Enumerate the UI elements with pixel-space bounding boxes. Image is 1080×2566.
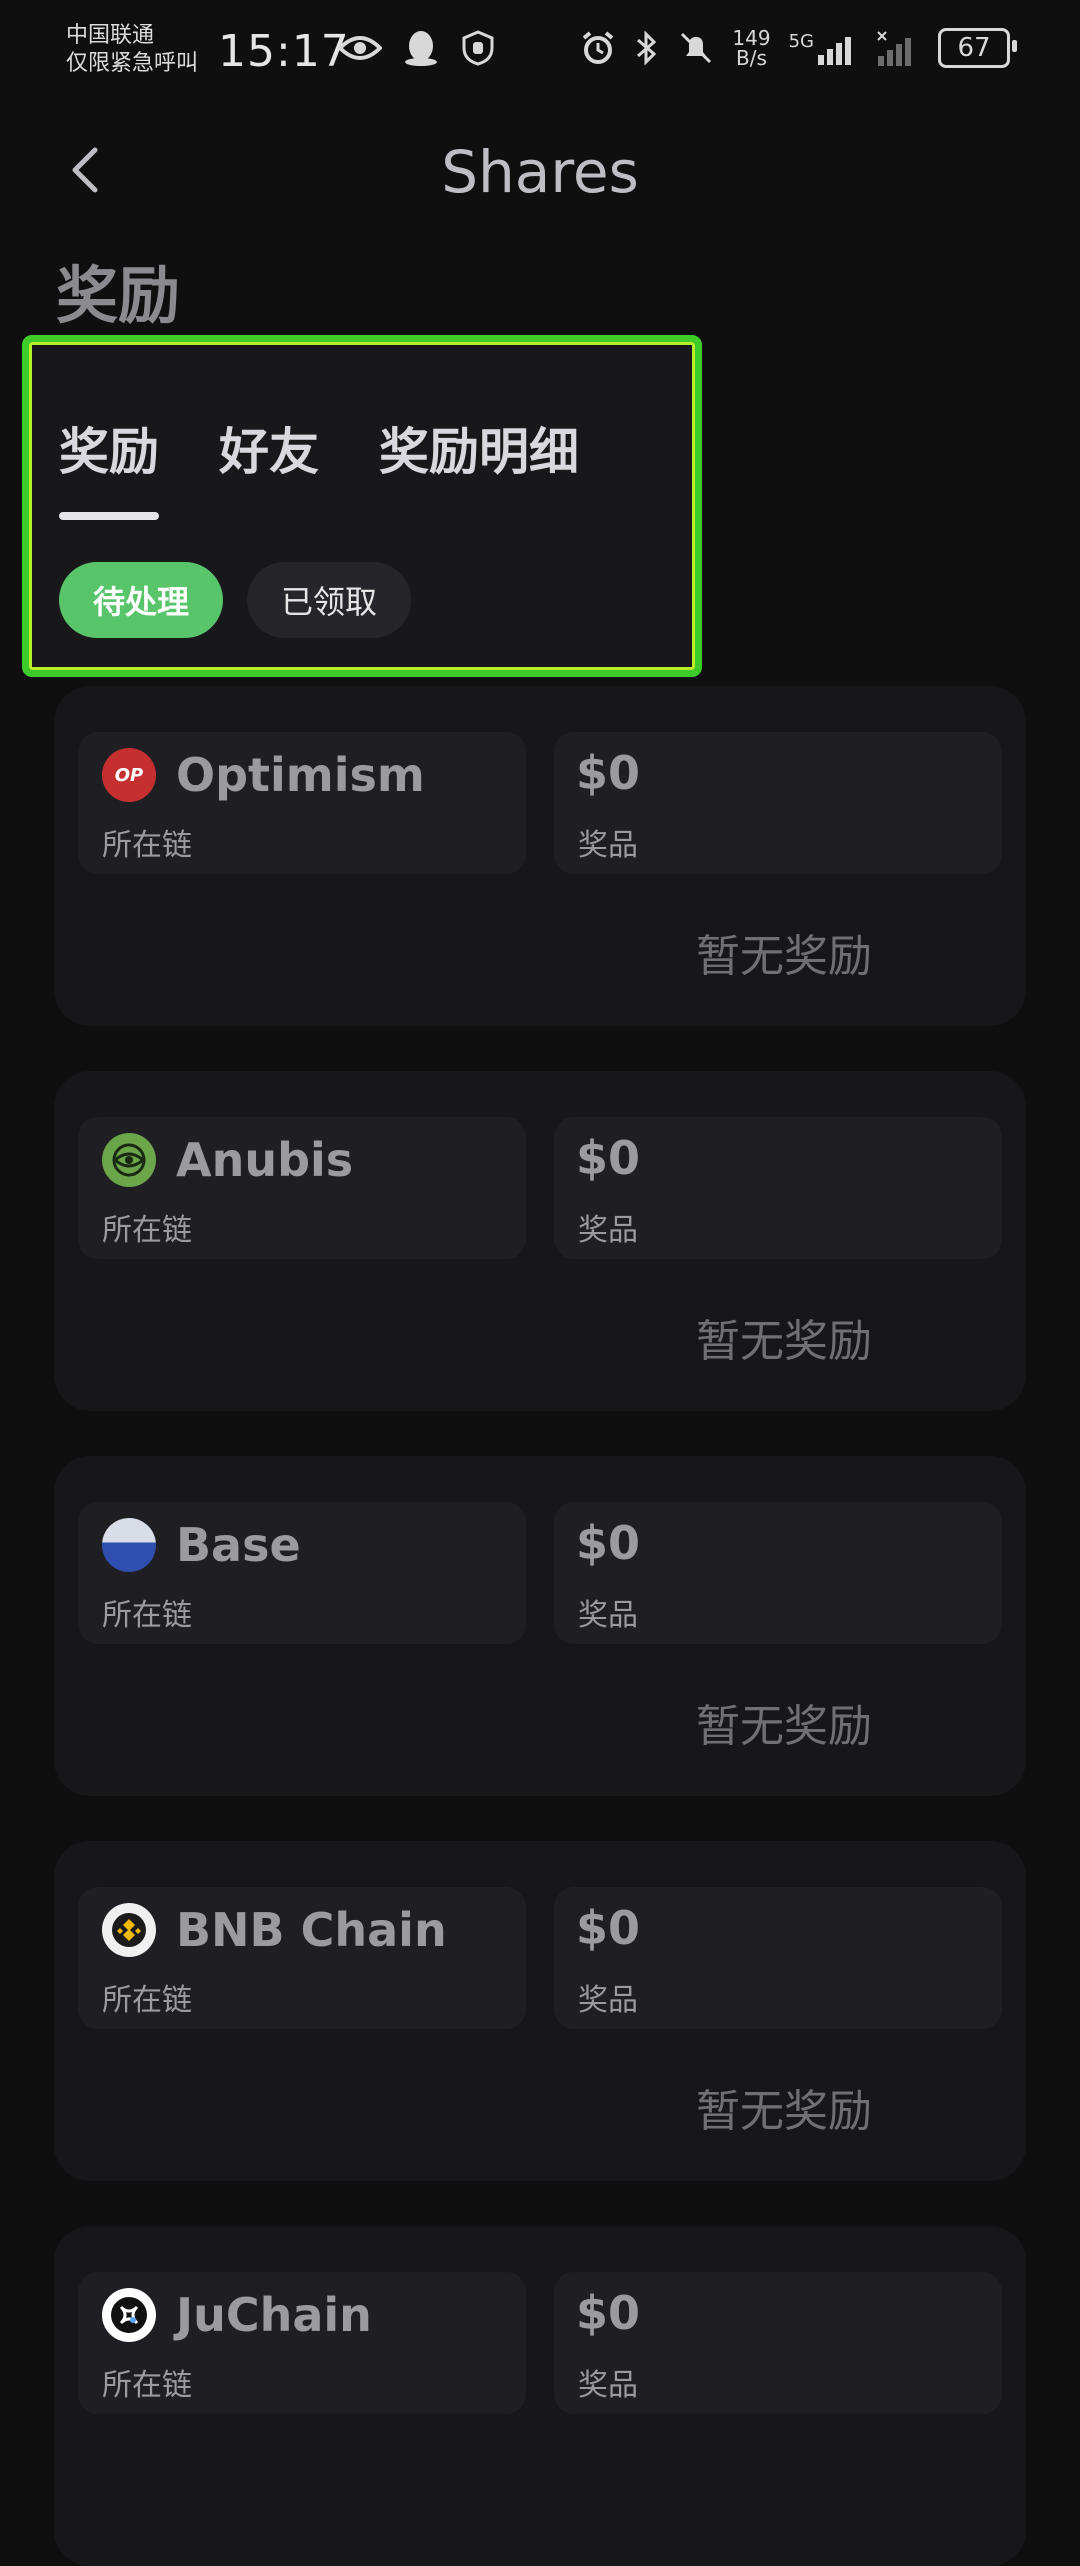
status-left-icons	[338, 30, 496, 66]
net-speed-unit: B/s	[736, 46, 767, 70]
chain-name: BNB Chain	[176, 1903, 447, 1957]
page-title: Shares	[441, 138, 639, 206]
juchain-knot-icon	[111, 2297, 147, 2333]
filter-chips: 待处理 已领取	[59, 562, 412, 638]
chain-label: 所在链	[102, 1213, 192, 1248]
prize-box: $0 奖品	[554, 1502, 1002, 1644]
carrier-status: 仅限紧急呼叫	[66, 51, 199, 76]
prize-box: $0 奖品	[554, 732, 1002, 874]
net-speed: 149 B/s	[732, 28, 770, 68]
prize-amount: $0	[576, 1901, 641, 1955]
net-speed-value: 149	[732, 26, 771, 50]
chain-row: OP Optimism	[102, 748, 425, 802]
alarm-icon	[583, 31, 614, 64]
signal-no-service-icon	[877, 31, 911, 66]
optimism-icon: OP	[102, 748, 156, 802]
reward-card[interactable]: BNB Chain 所在链 $0 奖品 暂无奖励	[54, 1841, 1026, 2181]
empty-reward-text: 暂无奖励	[696, 2086, 872, 2137]
battery-icon: 67	[938, 28, 1017, 68]
prize-amount: $0	[576, 1131, 641, 1185]
hand-shield-icon	[462, 30, 494, 66]
rewards-tab-panel: 奖励 好友 奖励明细 待处理 已领取	[22, 335, 702, 677]
tab-bar: 奖励 好友 奖励明细	[59, 412, 579, 520]
tab-reward-details[interactable]: 奖励明细	[379, 412, 579, 484]
tab-friends[interactable]: 好友	[219, 412, 319, 484]
status-right-icons: 149 B/s 5G 67	[580, 28, 1017, 68]
chain-box: BNB Chain 所在链	[78, 1887, 526, 2029]
chain-label: 所在链	[102, 1983, 192, 2018]
top-app-bar: Shares	[0, 120, 1080, 230]
chain-row: BNB Chain	[102, 1903, 447, 1957]
filter-pending-chip[interactable]: 待处理	[59, 562, 224, 638]
prize-amount: $0	[576, 746, 641, 800]
base-icon	[102, 1518, 156, 1572]
prize-amount: $0	[576, 2286, 641, 2340]
mute-bell-icon	[681, 32, 712, 64]
prize-amount: $0	[576, 1516, 641, 1570]
chain-label: 所在链	[102, 828, 192, 863]
reward-card[interactable]: Base 所在链 $0 奖品 暂无奖励	[54, 1456, 1026, 1796]
chain-name: JuChain	[176, 2288, 372, 2342]
battery-level: 67	[957, 33, 991, 63]
chain-box: OP Optimism 所在链	[78, 732, 526, 874]
prize-label: 奖品	[578, 1983, 638, 2018]
empty-reward-text: 暂无奖励	[696, 1316, 872, 1367]
prize-label: 奖品	[578, 828, 638, 863]
bluetooth-icon	[637, 30, 657, 66]
empty-reward-text: 暂无奖励	[696, 1701, 872, 1752]
status-bar: 中国联通 仅限紧急呼叫 15:17 149 B/s 5G 67	[0, 0, 1080, 110]
prize-label: 奖品	[578, 1213, 638, 1248]
carrier-info: 中国联通 仅限紧急呼叫	[66, 22, 198, 78]
anubis-eye-icon	[112, 1143, 146, 1177]
chain-label: 所在链	[102, 2368, 192, 2403]
status-time: 15:17	[218, 26, 350, 77]
chain-row: JuChain	[102, 2288, 372, 2342]
filter-claimed-chip[interactable]: 已领取	[247, 562, 412, 638]
juchain-icon	[102, 2288, 156, 2342]
reward-card[interactable]: JuChain 所在链 $0 奖品	[54, 2226, 1026, 2566]
chain-name: Base	[176, 1518, 301, 1572]
section-title: 奖励	[56, 259, 181, 332]
network-type: 5G	[788, 31, 814, 52]
chain-box: Base 所在链	[78, 1502, 526, 1644]
tab-rewards[interactable]: 奖励	[59, 412, 159, 520]
prize-label: 奖品	[578, 1598, 638, 1633]
signal-icon	[818, 37, 851, 65]
bnb-chain-icon	[102, 1903, 156, 1957]
prize-box: $0 奖品	[554, 2272, 1002, 2414]
eye-icon	[338, 36, 382, 60]
chain-name: Optimism	[176, 748, 425, 802]
qq-penguin-icon	[405, 31, 437, 66]
reward-card[interactable]: OP Optimism 所在链 $0 奖品 暂无奖励	[54, 686, 1026, 1026]
anubis-icon	[102, 1133, 156, 1187]
chain-name: Anubis	[176, 1133, 354, 1187]
prize-label: 奖品	[578, 2368, 638, 2403]
bnb-diamond-icon	[112, 1913, 146, 1947]
chain-box: Anubis 所在链	[78, 1117, 526, 1259]
carrier-name: 中国联通	[66, 23, 155, 48]
chain-row: Base	[102, 1518, 301, 1572]
chain-box: JuChain 所在链	[78, 2272, 526, 2414]
chain-row: Anubis	[102, 1133, 353, 1187]
chain-label: 所在链	[102, 1598, 192, 1633]
prize-box: $0 奖品	[554, 1117, 1002, 1259]
empty-reward-text: 暂无奖励	[696, 931, 872, 982]
signal-5g: 5G	[789, 31, 858, 65]
reward-card[interactable]: Anubis 所在链 $0 奖品 暂无奖励	[54, 1071, 1026, 1411]
prize-box: $0 奖品	[554, 1887, 1002, 2029]
